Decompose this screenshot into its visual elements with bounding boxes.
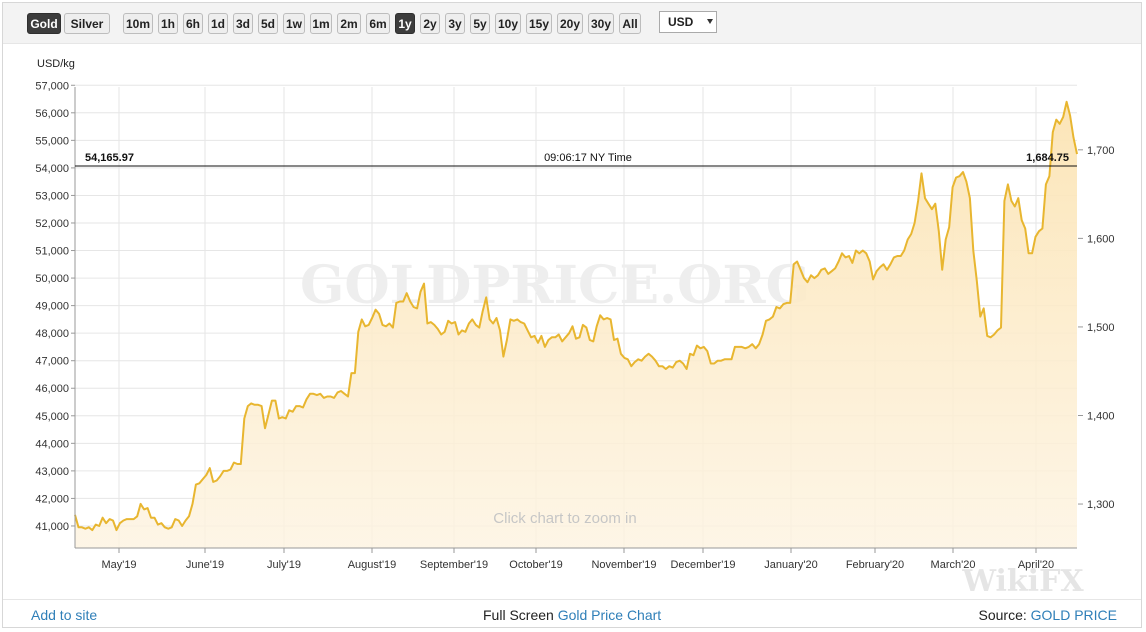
x-tick-label: February'20 <box>846 559 904 571</box>
y2-tick-label: 1,300 <box>1087 499 1115 511</box>
crosshair-time: 09:06:17 NY Time <box>544 152 632 164</box>
y2-tick-label: 1,400 <box>1087 410 1115 422</box>
wikifx-watermark-text: WikiFX <box>961 564 1084 597</box>
x-tick-label: August'19 <box>348 559 397 571</box>
gold-price-chart[interactable]: GOLDPRICE.ORG 41,000 42,000 43,000 44,000 45… <box>3 3 1141 597</box>
y-tick-label: 51,000 <box>35 246 69 258</box>
y-tick-label: 52,000 <box>35 218 69 230</box>
y2-tick-label: 1,600 <box>1087 233 1115 245</box>
y-axis-title: USD/kg <box>37 58 75 70</box>
y-tick-label: 47,000 <box>35 356 69 368</box>
zoom-hint: Click chart to zoom in <box>493 510 636 527</box>
y-tick-label: 55,000 <box>35 135 69 147</box>
y-tick-label: 41,000 <box>35 521 69 533</box>
x-tick-label: December'19 <box>670 559 735 571</box>
footer: Add to site Full Screen Gold Price Chart… <box>3 599 1141 628</box>
y-tick-label: 45,000 <box>35 411 69 423</box>
wikifx-logo: WikiFX <box>961 564 1084 597</box>
x-tick-label: November'19 <box>591 559 656 571</box>
y-tick-label: 42,000 <box>35 493 69 505</box>
y-tick-label: 43,000 <box>35 466 69 478</box>
price-area-fill <box>75 101 1077 549</box>
y-tick-label: 49,000 <box>35 301 69 313</box>
y-tick-label: 57,000 <box>35 80 69 92</box>
y-tick-label: 46,000 <box>35 383 69 395</box>
y2-tick-label: 1,700 <box>1087 145 1115 157</box>
y-tick-label: 48,000 <box>35 328 69 340</box>
y2-tick-label: 1,500 <box>1087 322 1115 334</box>
watermark-text: GOLDPRICE.ORG <box>300 255 810 316</box>
x-tick-label: July'19 <box>267 559 301 571</box>
x-tick-label: May'19 <box>101 559 136 571</box>
source-link[interactable]: GOLD PRICE <box>1031 607 1117 623</box>
chart-widget: Gold Silver 10m 1h 6h 1d 3d 5d 1w 1m 2m 6m 1y 2y 3y 5y 1… <box>2 2 1142 628</box>
crosshair-right-value: 1,684.75 <box>1026 152 1069 164</box>
x-tick-label: October'19 <box>509 559 562 571</box>
gold-price-chart-link[interactable]: Gold Price Chart <box>558 607 661 623</box>
add-to-site-link[interactable]: Add to site <box>31 607 97 623</box>
source-group: Source: GOLD PRICE <box>979 607 1118 623</box>
y-tick-label: 56,000 <box>35 108 69 120</box>
full-screen-group: Full Screen Gold Price Chart <box>483 607 661 623</box>
crosshair-left-value: 54,165.97 <box>85 152 134 164</box>
y-tick-label: 50,000 <box>35 273 69 285</box>
x-tick-label: June'19 <box>186 559 224 571</box>
source-label: Source: <box>978 607 1027 623</box>
full-screen-label: Full Screen <box>483 607 554 623</box>
y-tick-label: 44,000 <box>35 438 69 450</box>
x-tick-label: January'20 <box>764 559 817 571</box>
y-tick-label: 54,000 <box>35 163 69 175</box>
x-tick-label: September'19 <box>420 559 488 571</box>
y-tick-label: 53,000 <box>35 190 69 202</box>
